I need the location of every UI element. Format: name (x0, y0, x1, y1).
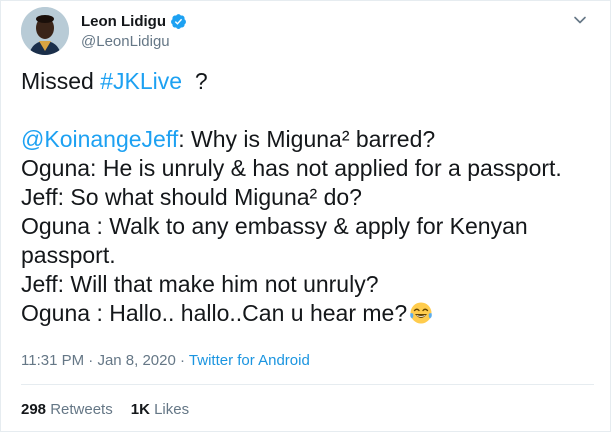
hashtag-link[interactable]: #JKLive (100, 68, 182, 94)
mention-link[interactable]: @KoinangeJeff (21, 126, 178, 152)
avatar-image (21, 7, 69, 55)
line1-text: : Why is Miguna² barred? (178, 126, 436, 152)
tweet-line-3: Jeff: So what should Miguna² do? (21, 184, 362, 210)
avatar[interactable] (21, 7, 69, 55)
tweet-card: Leon Lidigu @LeonLidigu Missed #JKLive ?… (0, 0, 611, 432)
tweet-text: Missed #JKLive ? @KoinangeJeff: Why is M… (21, 67, 596, 328)
likes-label: Likes (149, 401, 190, 418)
tweet-time[interactable]: 11:31 PM (21, 352, 84, 369)
intro-prefix: Missed (21, 68, 101, 94)
tweet-line-1: @KoinangeJeff: Why is Miguna² barred? (21, 125, 596, 154)
retweets-count: 298 (21, 401, 47, 418)
verified-badge-icon (170, 13, 187, 30)
tweet-line-2: Oguna: He is unruly & has not applied fo… (21, 155, 562, 181)
tweet-date[interactable]: Jan 8, 2020 (97, 352, 175, 369)
tweet-line-intro: Missed #JKLive ? (21, 67, 596, 96)
author-name-row: Leon Lidigu (81, 11, 187, 31)
tweet-line-5: passport. (21, 242, 116, 268)
chevron-down-icon[interactable] (573, 13, 587, 27)
tweet-source-link[interactable]: Twitter for Android (189, 352, 310, 369)
author-handle[interactable]: @LeonLidigu (81, 33, 170, 50)
meta-separator: · (175, 352, 189, 369)
intro-suffix: ? (182, 68, 208, 94)
meta-separator: · (84, 352, 98, 369)
likes-count: 1K (130, 401, 150, 418)
line7-text: Oguna : Hallo.. hallo..Can u hear me? (21, 300, 408, 326)
tweet-meta: 11:31 PM · Jan 8, 2020 · Twitter for And… (21, 352, 310, 369)
tweet-line-7: Oguna : Hallo.. hallo..Can u hear me? (21, 299, 596, 328)
tears-of-joy-emoji-icon (410, 302, 432, 324)
tweet-line-6: Jeff: Will that make him not unruly? (21, 271, 379, 297)
author-name[interactable]: Leon Lidigu (81, 13, 166, 30)
retweets-stat[interactable]: 298 Retweets (21, 401, 113, 418)
retweets-label: Retweets (46, 401, 113, 418)
likes-stat[interactable]: 1K Likes (131, 401, 189, 418)
tweet-line-4: Oguna : Walk to any embassy & apply for … (21, 213, 528, 239)
tweet-stats: 298 Retweets 1K Likes (21, 401, 207, 418)
divider (21, 384, 594, 385)
